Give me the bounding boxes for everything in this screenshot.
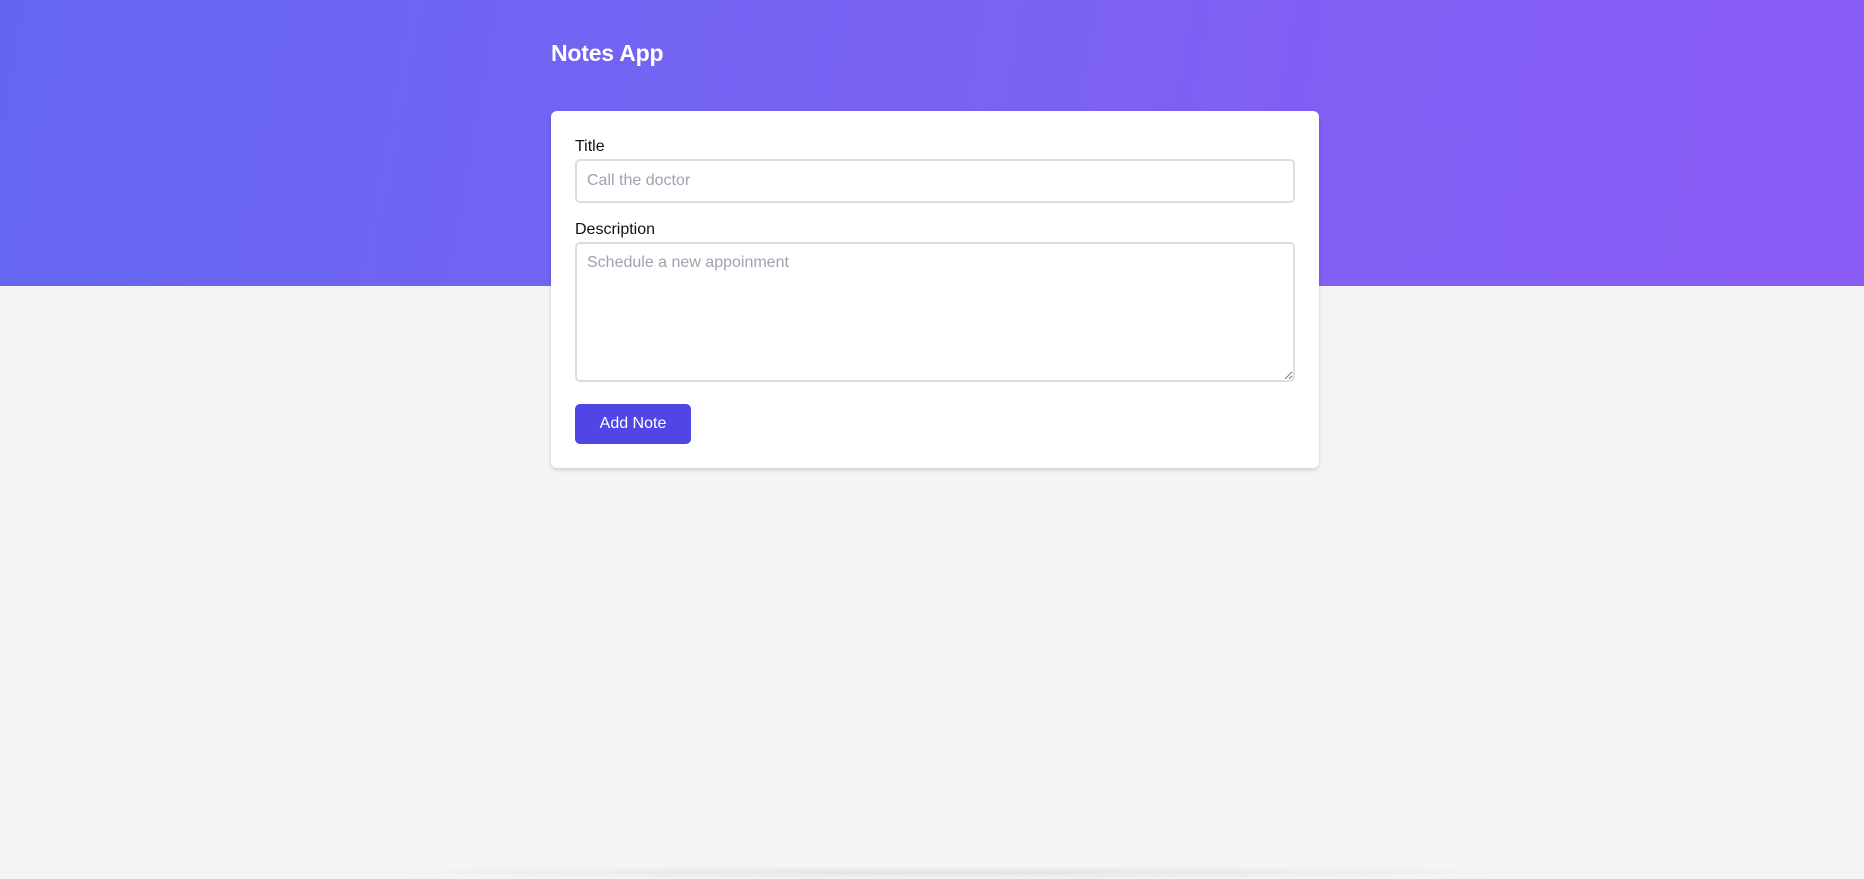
description-textarea[interactable] <box>575 242 1295 382</box>
title-label: Title <box>575 138 605 155</box>
title-input[interactable] <box>575 159 1295 203</box>
app-title: Notes App <box>551 40 664 66</box>
note-form-card: Title Description Add Note <box>551 111 1319 468</box>
add-note-button[interactable]: Add Note <box>575 404 691 444</box>
description-label: Description <box>575 221 656 238</box>
bottom-shadow <box>340 866 1560 879</box>
